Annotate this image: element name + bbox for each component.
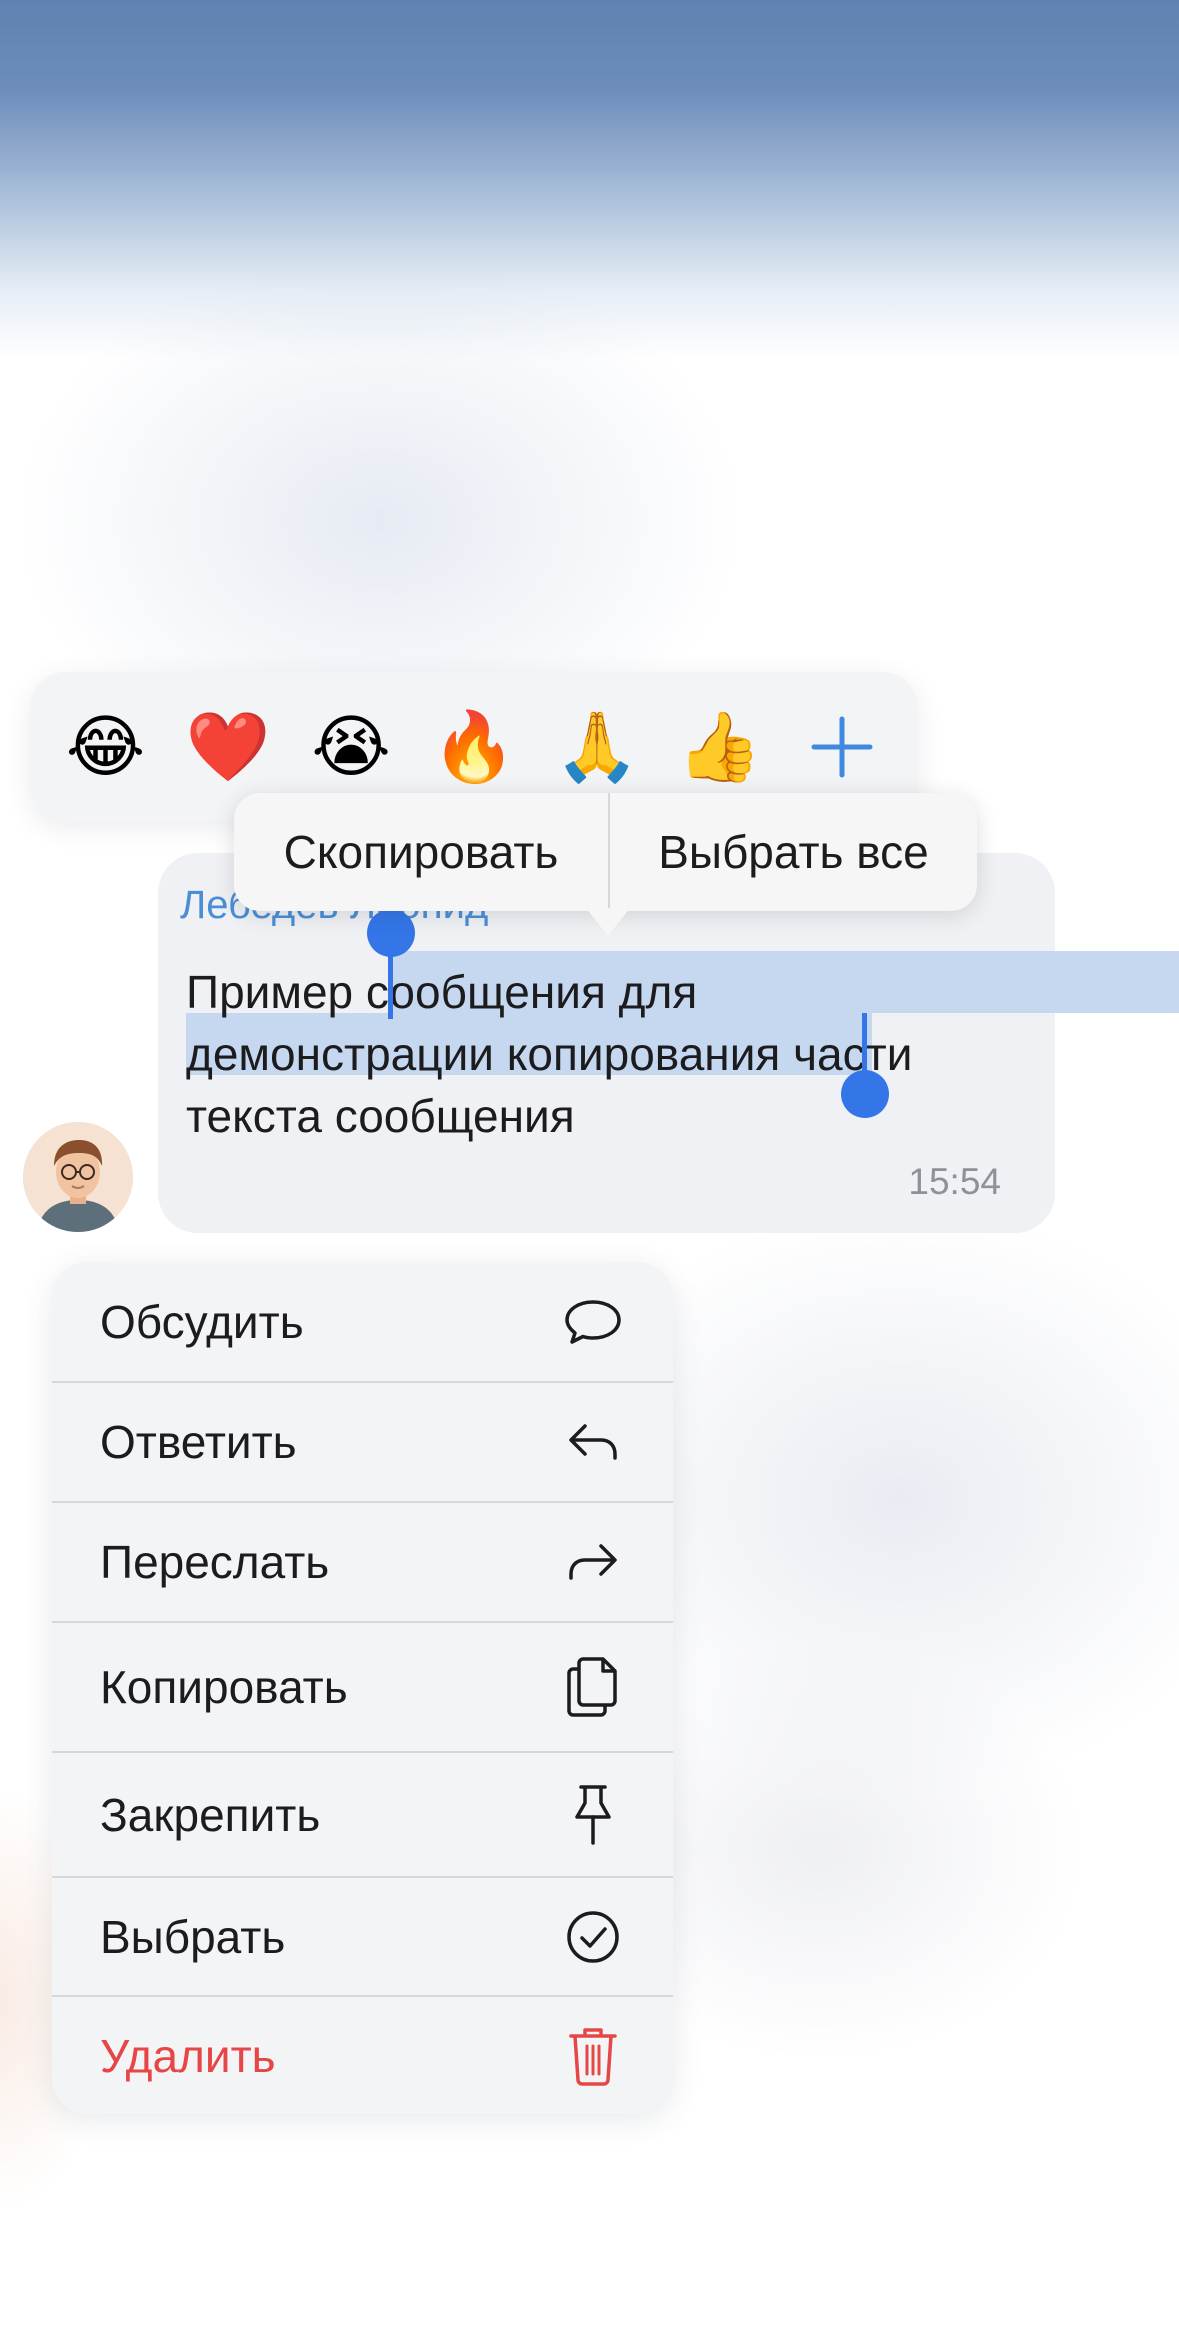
message-text[interactable]: Пример сообщения для демонстрации копиро… <box>186 961 1046 1147</box>
chat-bubble-icon <box>563 1292 623 1352</box>
message-time: 15:54 <box>908 1161 1001 1202</box>
reply-icon <box>563 1412 623 1472</box>
menu-item-select[interactable]: Выбрать <box>52 1878 673 1995</box>
message-line: демонстрации копирования части <box>186 1028 913 1080</box>
menu-item-label: Удалить <box>100 2029 276 2082</box>
menu-item-label: Выбрать <box>100 1910 286 1963</box>
menu-item-reply[interactable]: Ответить <box>52 1383 673 1501</box>
context-menu: Обсудить Ответить Переслать Копировать З… <box>52 1262 673 2114</box>
menu-item-pin[interactable]: Закрепить <box>52 1753 673 1876</box>
menu-item-copy[interactable]: Копировать <box>52 1623 673 1751</box>
message-line: Пример сообщения для <box>186 966 698 1018</box>
reaction-crying[interactable]: 😭 <box>303 699 399 795</box>
menu-item-label: Копировать <box>100 1661 348 1713</box>
menu-item-label: Закрепить <box>100 1788 321 1841</box>
reaction-fire[interactable]: 🔥 <box>426 699 522 795</box>
menu-item-delete[interactable]: Удалить <box>52 1997 673 2114</box>
menu-item-forward[interactable]: Переслать <box>52 1503 673 1621</box>
menu-item-discuss[interactable]: Обсудить <box>52 1262 673 1381</box>
avatar[interactable] <box>23 1122 133 1232</box>
popup-pointer <box>586 908 630 936</box>
text-selection-popup: Скопировать Выбрать все <box>234 793 977 911</box>
message-line: текста сообщения <box>186 1090 575 1142</box>
pin-icon <box>563 1784 623 1845</box>
menu-item-label: Обсудить <box>100 1295 304 1348</box>
menu-item-label: Ответить <box>100 1416 297 1468</box>
reaction-laughing[interactable]: 😂 <box>57 699 153 795</box>
avatar-image <box>23 1122 133 1232</box>
selection-end-handle[interactable] <box>841 1070 889 1118</box>
check-circle-icon <box>563 1907 623 1967</box>
menu-item-label: Переслать <box>100 1536 330 1588</box>
reaction-pray[interactable]: 🙏 <box>549 699 645 795</box>
reaction-thumbs-up[interactable]: 👍 <box>672 699 768 795</box>
forward-icon <box>563 1532 623 1592</box>
trash-icon <box>563 2026 623 2086</box>
copy-selection-button[interactable]: Скопировать <box>234 793 610 911</box>
select-all-button[interactable]: Выбрать все <box>610 793 977 911</box>
copy-icon <box>563 1657 623 1717</box>
add-reaction-button[interactable] <box>794 699 890 795</box>
plus-icon <box>811 716 873 778</box>
reaction-heart[interactable]: ❤️ <box>180 699 276 795</box>
selection-start-handle[interactable] <box>367 909 415 957</box>
